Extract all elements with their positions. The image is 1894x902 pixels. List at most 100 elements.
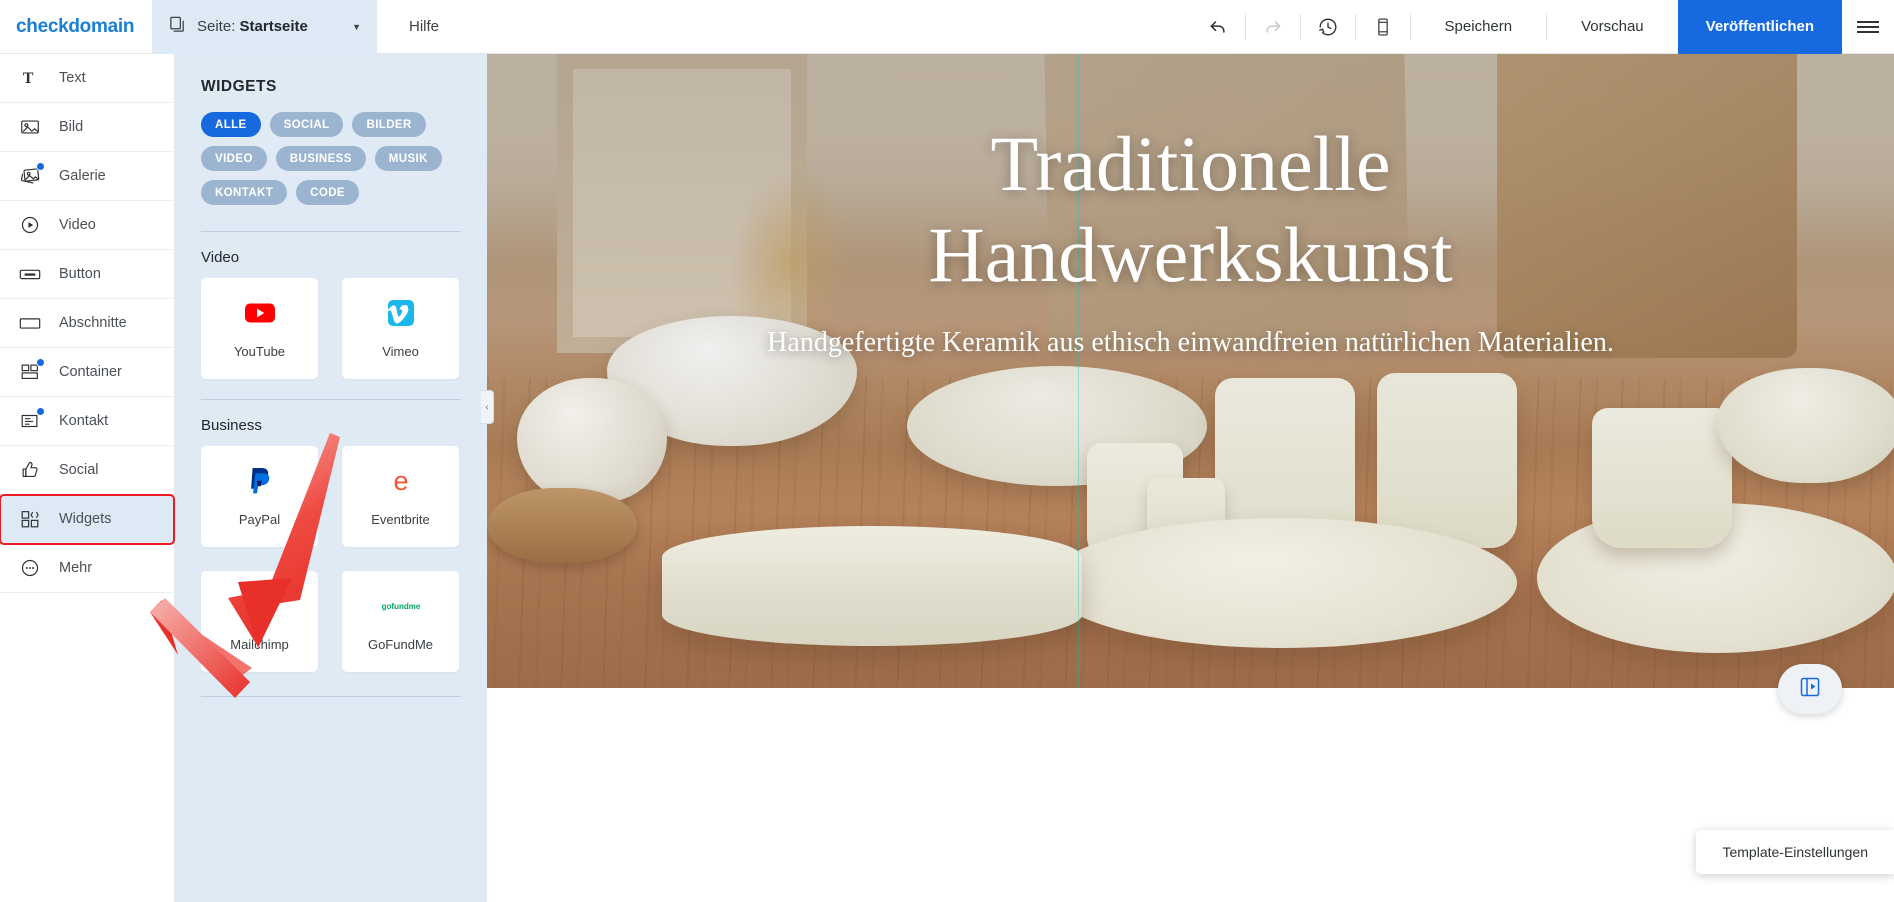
thumbs-up-icon: [17, 457, 43, 483]
vimeo-icon: [386, 298, 415, 328]
svg-text:T: T: [23, 70, 34, 87]
undo-icon[interactable]: [1191, 0, 1245, 54]
sidebar-item-button[interactable]: Button: [0, 250, 174, 299]
canvas-below-hero: [487, 688, 1894, 902]
widget-card-paypal[interactable]: PayPal: [201, 446, 318, 547]
widget-card-label: GoFundMe: [367, 637, 434, 652]
mobile-preview-icon[interactable]: [1356, 0, 1410, 54]
widget-card-vimeo[interactable]: Vimeo: [342, 278, 459, 379]
sidebar-item-kontakt[interactable]: Kontakt: [0, 397, 174, 446]
widget-card-label: PayPal: [238, 512, 281, 527]
widget-card-grid-video: YouTube Vimeo: [201, 278, 461, 379]
new-badge: [36, 407, 45, 416]
widget-card-grid-business: PayPal e Eventbrite Mailchimp gofundme G…: [201, 446, 461, 672]
save-button[interactable]: Speichern: [1411, 0, 1547, 54]
widget-card-label: Vimeo: [382, 344, 419, 359]
sidebar-item-label: Bild: [59, 119, 84, 135]
page-selector[interactable]: Seite: Startseite ▼: [152, 0, 377, 54]
sections-icon: [17, 310, 43, 336]
widget-card-eventbrite[interactable]: e Eventbrite: [342, 446, 459, 547]
page-selector-label: Seite: Startseite: [197, 18, 308, 35]
paypal-icon: [247, 466, 273, 496]
logo-text: checkdomain: [16, 15, 135, 37]
panel-title: WIDGETS: [201, 78, 277, 95]
sidebar-item-text[interactable]: T Text: [0, 54, 174, 103]
top-toolbar: checkdomain Seite: Startseite ▼ Hilfe Sp…: [0, 0, 1894, 54]
widget-card-label: YouTube: [233, 344, 286, 359]
sidebar-item-galerie[interactable]: Galerie: [0, 152, 174, 201]
design-palette-icon: [1798, 675, 1822, 704]
help-button[interactable]: Hilfe: [409, 18, 439, 35]
widget-card-youtube[interactable]: YouTube: [201, 278, 318, 379]
hero-overlay: [487, 48, 1894, 688]
page-name: Startseite: [239, 18, 308, 35]
svg-text:gofundme: gofundme: [381, 602, 420, 611]
sidebar-item-bild[interactable]: Bild: [0, 103, 174, 152]
sidebar-item-container[interactable]: Container: [0, 348, 174, 397]
widget-card-label: Eventbrite: [371, 512, 430, 527]
text-icon: T: [17, 65, 43, 91]
publish-button[interactable]: Veröffentlichen: [1677, 0, 1842, 54]
more-dots-icon: [17, 555, 43, 581]
sidebar-item-abschnitte[interactable]: Abschnitte: [0, 299, 174, 348]
redo-icon[interactable]: [1246, 0, 1300, 54]
image-icon: [17, 114, 43, 140]
page-prefix: Seite:: [197, 18, 236, 35]
toolbar-actions: Speichern Vorschau Veröffentlichen: [1191, 0, 1894, 54]
mailchimp-icon: [245, 591, 275, 621]
center-guide-line: [1078, 48, 1079, 688]
sidebar-item-label: Widgets: [59, 511, 112, 527]
gofundme-icon: gofundme: [378, 591, 424, 621]
sidebar-item-label: Text: [59, 70, 86, 86]
filter-chip-bilder[interactable]: BILDER: [352, 112, 426, 137]
hamburger-menu-icon[interactable]: [1842, 0, 1894, 54]
filter-chip-social[interactable]: SOCIAL: [269, 112, 344, 137]
design-palette-button[interactable]: [1778, 664, 1842, 714]
preview-button[interactable]: Vorschau: [1547, 0, 1678, 54]
new-badge: [36, 358, 45, 367]
sidebar-item-label: Kontakt: [59, 413, 109, 429]
hero-section[interactable]: Traditionelle Handwerkskunst Handgeferti…: [487, 48, 1894, 688]
filter-chip-code[interactable]: CODE: [296, 180, 359, 205]
sidebar-item-label: Abschnitte: [59, 315, 127, 331]
section-title-video: Video: [201, 249, 240, 266]
filter-chip-musik[interactable]: MUSIK: [374, 146, 442, 171]
sidebar-item-mehr[interactable]: Mehr: [0, 544, 174, 593]
panel-collapse-handle[interactable]: ‹: [481, 390, 494, 424]
filter-chip-business[interactable]: BUSINESS: [275, 146, 366, 171]
svg-text:e: e: [393, 466, 408, 496]
template-settings-toast[interactable]: Template-Einstellungen: [1696, 830, 1894, 874]
history-clock-icon[interactable]: [1301, 0, 1355, 54]
new-badge: [36, 162, 45, 171]
chevron-down-icon: ▼: [352, 21, 361, 32]
sidebar-item-label: Container: [59, 364, 122, 380]
eventbrite-icon: e: [386, 466, 416, 496]
sidebar-item-video[interactable]: Video: [0, 201, 174, 250]
container-icon: [17, 358, 45, 385]
page-canvas: Traditionelle Handwerkskunst Handgeferti…: [487, 48, 1894, 902]
left-sidebar: T Text Bild Galerie Video Button Abschni…: [0, 54, 175, 902]
template-settings-label: Template-Einstellungen: [1722, 844, 1868, 860]
widgets-grid-icon: [17, 506, 43, 532]
widget-card-gofundme[interactable]: gofundme GoFundMe: [342, 571, 459, 672]
widget-card-mailchimp[interactable]: Mailchimp: [201, 571, 318, 672]
button-icon: [17, 261, 43, 287]
section-title-business: Business: [201, 417, 262, 434]
widget-filter-chips: ALLE SOCIAL BILDER VIDEO BUSINESS MUSIK …: [201, 112, 461, 211]
filter-chip-kontakt[interactable]: KONTAKT: [201, 180, 288, 205]
sidebar-item-label: Button: [59, 266, 101, 282]
sidebar-item-label: Social: [59, 462, 99, 478]
widgets-panel: WIDGETS ALLE SOCIAL BILDER VIDEO BUSINES…: [175, 54, 487, 902]
pages-icon: [168, 15, 187, 39]
sidebar-item-widgets[interactable]: Widgets: [0, 494, 175, 545]
sidebar-item-label: Mehr: [59, 560, 93, 576]
gallery-icon: [17, 162, 45, 189]
video-play-icon: [17, 212, 43, 238]
sidebar-item-social[interactable]: Social: [0, 446, 174, 495]
checkdomain-logo[interactable]: checkdomain: [0, 16, 152, 38]
youtube-icon: [244, 298, 275, 328]
filter-chip-alle[interactable]: ALLE: [201, 112, 261, 137]
contact-form-icon: [17, 407, 45, 434]
sidebar-item-label: Video: [59, 217, 96, 233]
filter-chip-video[interactable]: VIDEO: [201, 146, 267, 171]
